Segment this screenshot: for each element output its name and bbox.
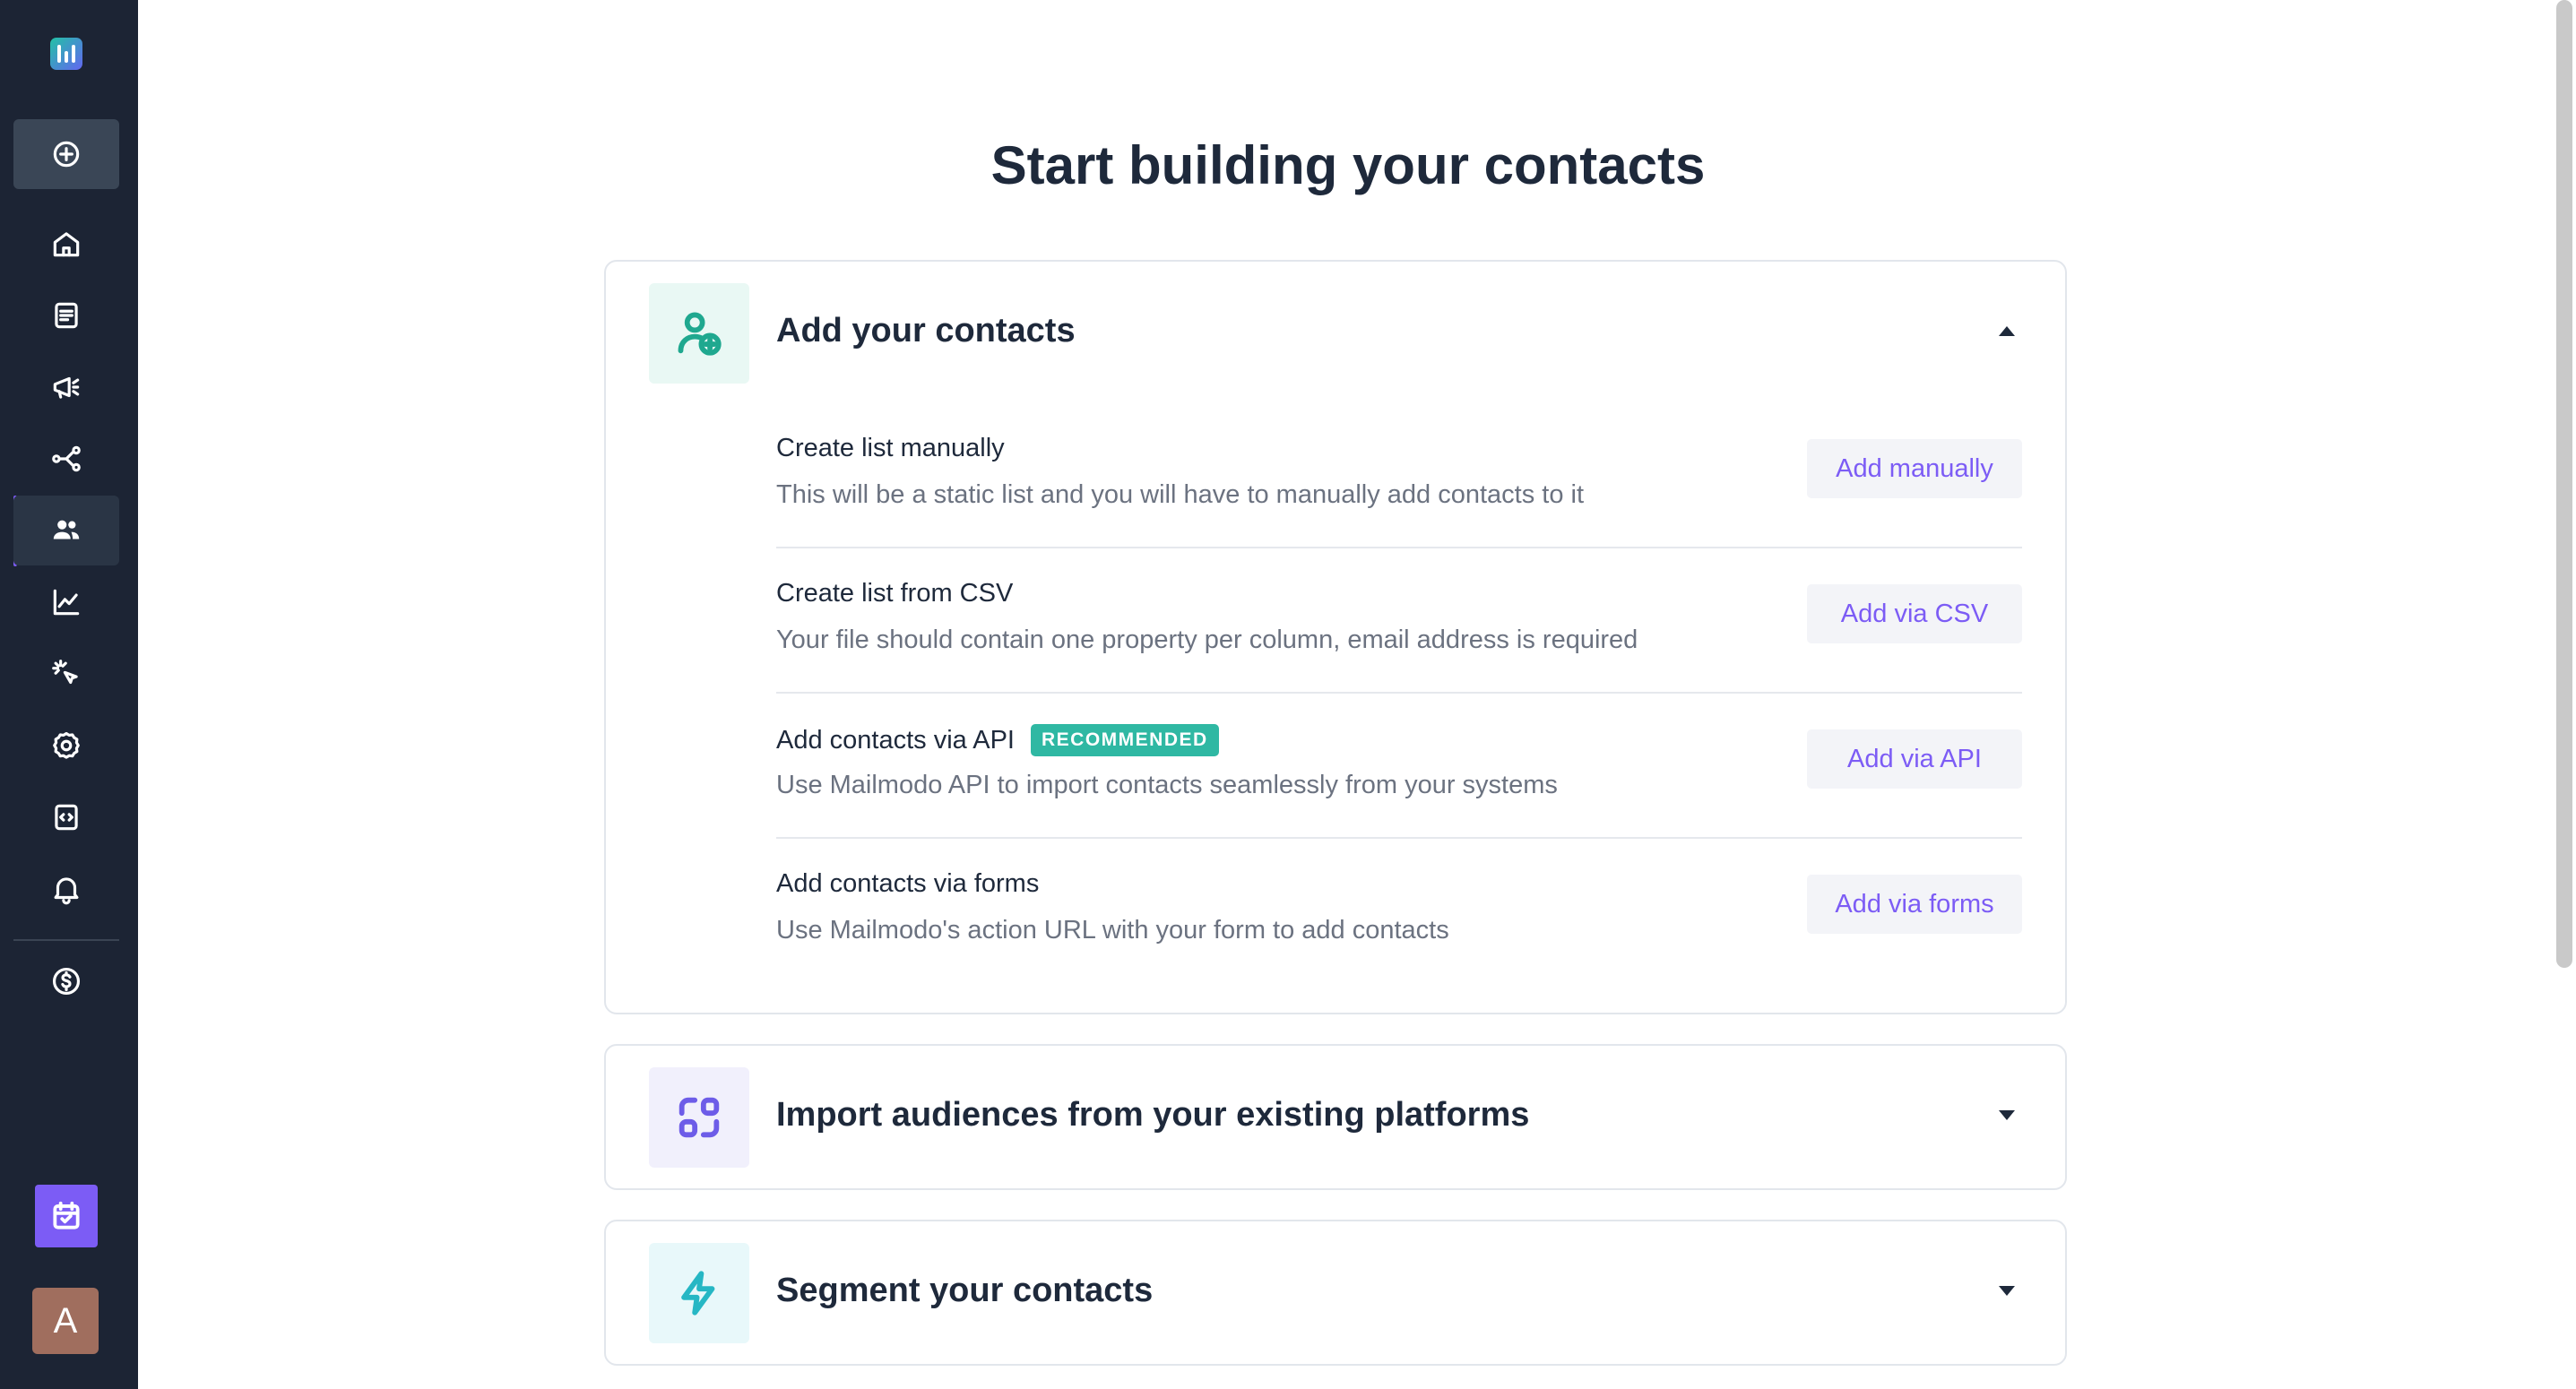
section-import-audiences[interactable]: Import audiences from your existing plat… [604, 1044, 2067, 1190]
list-item: Add contacts via forms Use Mailmodo's ac… [776, 839, 2022, 984]
code-icon [55, 804, 78, 831]
sidebar-divider [13, 939, 119, 941]
dollar-icon [52, 967, 81, 996]
row-description: Use Mailmodo's action URL with your form… [776, 916, 1449, 945]
chevron-down-icon[interactable] [1999, 1110, 2015, 1120]
section-header[interactable]: Segment your contacts [606, 1221, 2065, 1363]
section-title: Segment your contacts [776, 1272, 1154, 1309]
mailmodo-logo[interactable] [50, 38, 82, 70]
megaphone-icon [53, 376, 80, 399]
sidebar-item-developer[interactable] [13, 782, 119, 852]
app-root: A Start building your contacts Add your … [0, 0, 2576, 1389]
document-icon [55, 302, 78, 329]
add-via-forms-button[interactable]: Add via forms [1807, 875, 2022, 934]
lightning-icon [649, 1243, 749, 1343]
sidebar-item-analytics[interactable] [13, 567, 119, 637]
main-content: Start building your contacts Add your co… [138, 0, 2576, 1389]
cursor-click-icon [52, 660, 78, 685]
users-icon [53, 520, 80, 539]
gear-icon [53, 731, 80, 759]
sidebar-item-settings[interactable] [13, 711, 119, 781]
row-title: Add contacts via API RECOMMENDED [776, 724, 1219, 756]
add-via-csv-button[interactable]: Add via CSV [1807, 584, 2022, 643]
page-title: Start building your contacts [990, 135, 1706, 195]
scrollbar[interactable] [2556, 0, 2572, 968]
add-manually-button[interactable]: Add manually [1807, 439, 2022, 498]
row-title: Create list from CSV [776, 579, 1014, 608]
row-title: Add contacts via forms [776, 869, 1040, 898]
apps-icon [649, 1067, 749, 1168]
sidebar-item-notifications[interactable] [13, 854, 119, 924]
home-icon [53, 232, 80, 257]
sidebar-item-home[interactable] [13, 209, 119, 279]
sidebar-item-contacts[interactable] [13, 496, 119, 565]
row-description: Your file should contain one property pe… [776, 625, 1638, 654]
list-item: Add contacts via API RECOMMENDED Use Mai… [776, 694, 2022, 839]
bell-icon [54, 877, 79, 905]
section-header[interactable]: Add your contacts [606, 262, 2065, 403]
section-add-contacts: Add your contacts Create list manually T… [604, 260, 2067, 1014]
sidebar-item-interactions[interactable] [13, 639, 119, 709]
chart-icon [53, 589, 80, 616]
section-title: Add your contacts [776, 312, 1076, 349]
sidebar: A [0, 0, 138, 1389]
row-title: Create list manually [776, 434, 1005, 462]
list-item: Create list manually This will be a stat… [776, 403, 2022, 548]
sidebar-item-journeys[interactable] [13, 424, 119, 494]
chevron-down-icon[interactable] [1999, 1286, 2015, 1296]
recommended-badge: RECOMMENDED [1030, 724, 1219, 756]
section-segment-contacts[interactable]: Segment your contacts [604, 1220, 2067, 1366]
row-description: Use Mailmodo API to import contacts seam… [776, 771, 1558, 799]
row-description: This will be a static list and you will … [776, 480, 1585, 509]
sidebar-item-templates[interactable] [13, 280, 119, 350]
section-header[interactable]: Import audiences from your existing plat… [606, 1046, 2065, 1187]
add-via-api-button[interactable]: Add via API [1807, 729, 2022, 789]
list-item: Create list from CSV Your file should co… [776, 548, 2022, 694]
sidebar-item-create[interactable] [13, 119, 119, 189]
calendar-icon [53, 1201, 80, 1229]
chevron-up-icon[interactable] [1999, 326, 2015, 336]
sidebar-item-billing[interactable] [13, 946, 119, 1016]
plus-circle-icon [53, 141, 80, 168]
avatar[interactable]: A [32, 1288, 99, 1354]
flow-icon [52, 445, 81, 472]
calendar-button[interactable] [35, 1185, 98, 1247]
section-title: Import audiences from your existing plat… [776, 1096, 1530, 1134]
sidebar-item-campaigns[interactable] [13, 352, 119, 422]
user-plus-icon [649, 283, 749, 384]
